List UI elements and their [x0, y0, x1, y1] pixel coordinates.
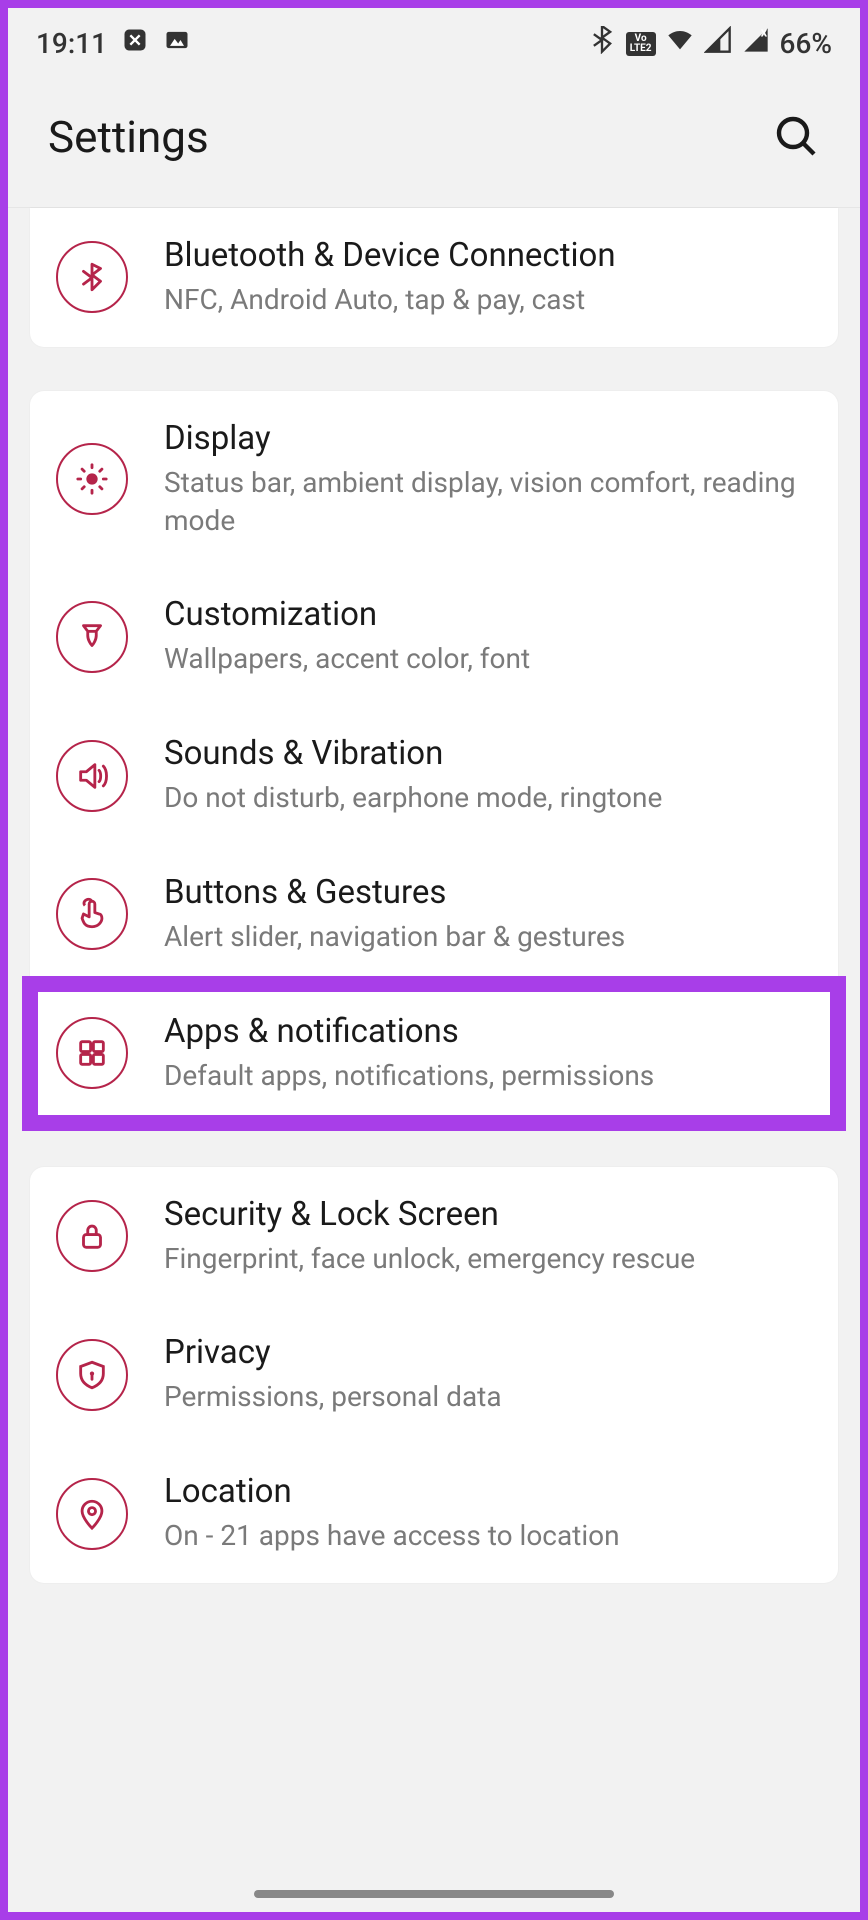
location-icon: [56, 1478, 128, 1550]
item-title: Privacy: [164, 1333, 812, 1372]
item-security[interactable]: Security & Lock Screen Fingerprint, face…: [30, 1167, 838, 1306]
item-privacy[interactable]: Privacy Permissions, personal data: [30, 1305, 838, 1444]
item-subtitle: Wallpapers, accent color, font: [164, 640, 812, 678]
item-apps-notifications[interactable]: Apps & notifications Default apps, notif…: [30, 984, 838, 1123]
privacy-icon: [56, 1339, 128, 1411]
search-icon: [772, 148, 820, 163]
item-title: Sounds & Vibration: [164, 734, 812, 773]
lock-icon: [56, 1200, 128, 1272]
item-title: Display: [164, 419, 812, 458]
display-icon: [56, 443, 128, 515]
app-icon-1: [121, 26, 149, 61]
status-time: 19:11: [36, 27, 107, 60]
item-title: Bluetooth & Device Connection: [164, 236, 812, 275]
item-subtitle: Permissions, personal data: [164, 1378, 812, 1416]
gestures-icon: [56, 878, 128, 950]
item-title: Customization: [164, 595, 812, 634]
volte-badge: VoLTE2: [626, 32, 656, 56]
sound-icon: [56, 740, 128, 812]
item-bluetooth[interactable]: Bluetooth & Device Connection NFC, Andro…: [30, 208, 838, 347]
settings-section: Security & Lock Screen Fingerprint, face…: [30, 1167, 838, 1583]
home-indicator[interactable]: [254, 1890, 614, 1898]
item-title: Security & Lock Screen: [164, 1195, 812, 1234]
status-bar: 19:11 VoLTE2 x 66%: [8, 8, 860, 75]
settings-section: Display Status bar, ambient display, vis…: [30, 391, 838, 1123]
apps-icon: [56, 1017, 128, 1089]
app-icon-2: [163, 26, 191, 61]
item-subtitle: Do not disturb, earphone mode, ringtone: [164, 779, 812, 817]
settings-list: Bluetooth & Device Connection NFC, Andro…: [8, 208, 860, 1583]
item-subtitle: On - 21 apps have access to location: [164, 1517, 812, 1555]
customization-icon: [56, 601, 128, 673]
bluetooth-icon: [56, 241, 128, 313]
wifi-icon: [666, 26, 694, 61]
item-title: Buttons & Gestures: [164, 873, 812, 912]
settings-section: Bluetooth & Device Connection NFC, Andro…: [30, 208, 838, 347]
item-subtitle: Fingerprint, face unlock, emergency resc…: [164, 1240, 812, 1278]
item-customization[interactable]: Customization Wallpapers, accent color, …: [30, 567, 838, 706]
svg-text:x: x: [760, 26, 767, 41]
item-sounds[interactable]: Sounds & Vibration Do not disturb, earph…: [30, 706, 838, 845]
page-title: Settings: [48, 111, 209, 163]
item-buttons-gestures[interactable]: Buttons & Gestures Alert slider, navigat…: [30, 845, 838, 984]
item-title: Location: [164, 1472, 812, 1511]
header: Settings: [8, 75, 860, 208]
item-display[interactable]: Display Status bar, ambient display, vis…: [30, 391, 838, 568]
item-location[interactable]: Location On - 21 apps have access to loc…: [30, 1444, 838, 1583]
item-subtitle: Default apps, notifications, permissions: [164, 1057, 812, 1095]
bluetooth-status-icon: [588, 26, 616, 61]
battery-percent: 66%: [780, 27, 832, 60]
item-subtitle: NFC, Android Auto, tap & pay, cast: [164, 281, 812, 319]
item-subtitle: Alert slider, navigation bar & gestures: [164, 918, 812, 956]
signal-icon-2: x: [742, 26, 770, 61]
item-title: Apps & notifications: [164, 1012, 812, 1051]
signal-icon-1: [704, 26, 732, 61]
search-button[interactable]: [772, 112, 820, 163]
item-subtitle: Status bar, ambient display, vision comf…: [164, 464, 812, 540]
